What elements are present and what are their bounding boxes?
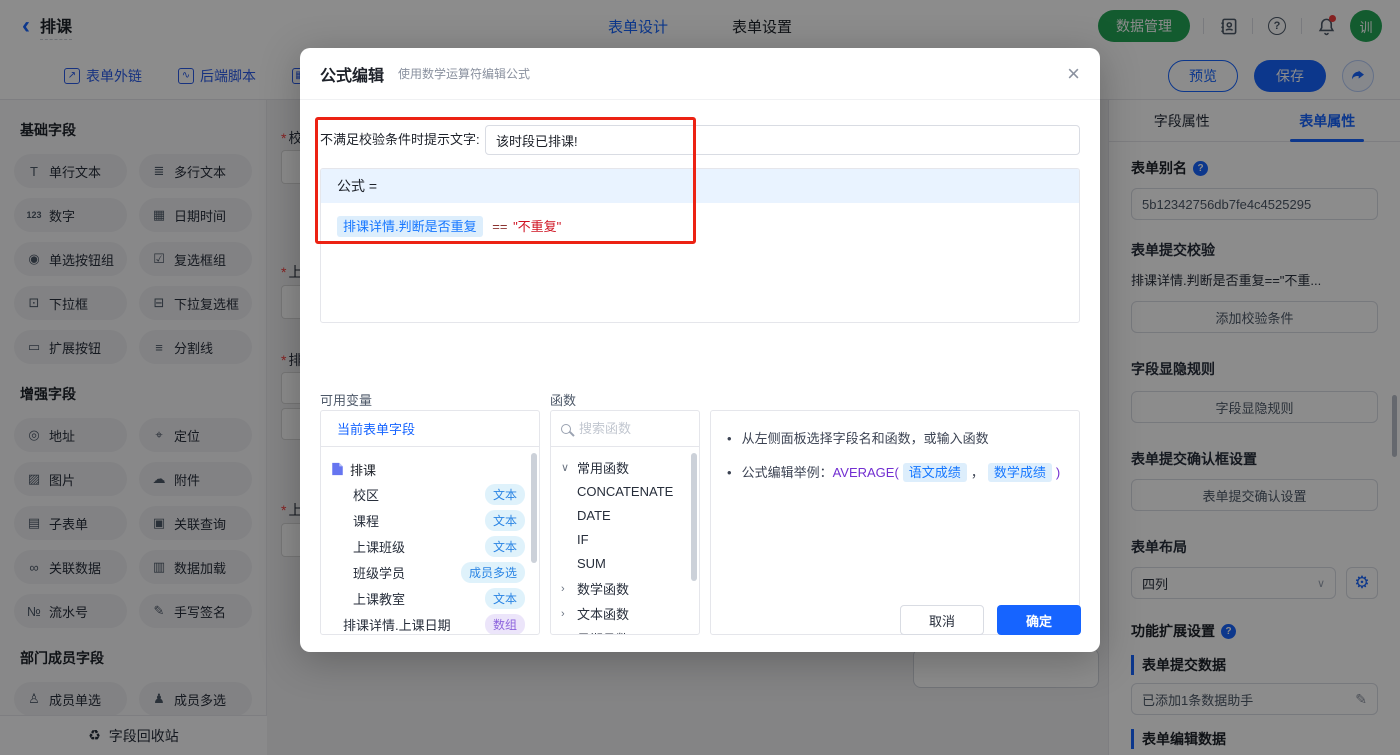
search-icon bbox=[561, 423, 571, 434]
modal-subtitle: 使用数学运算符编辑公式 bbox=[398, 67, 531, 81]
variable-row[interactable]: 上课教室 文本 bbox=[331, 585, 529, 611]
type-badge: 文本 bbox=[484, 535, 525, 557]
function-group-text[interactable]: › 文本函数 bbox=[561, 601, 699, 626]
function-item[interactable]: CONCATENATE bbox=[561, 480, 699, 504]
variables-root-node[interactable]: 排课 bbox=[331, 457, 529, 481]
functions-panel: ∨ 常用函数 CONCATENATE DATE IF SUM › 数学函数 › … bbox=[550, 410, 700, 635]
document-icon bbox=[332, 462, 343, 476]
formula-help-panel: • 从左侧面板选择字段名和函数，或输入函数 • 公式编辑举例：AVERAGE(语… bbox=[710, 410, 1080, 635]
variable-row[interactable]: 校区 文本 bbox=[331, 481, 529, 507]
function-item[interactable]: DATE bbox=[561, 504, 699, 528]
confirm-button[interactable]: 确定 bbox=[997, 605, 1081, 635]
variables-panel: 当前表单字段 排课 校区 文本 课程 文本 上课班级 文本 班级学员 成员多选 … bbox=[320, 410, 540, 635]
formula-string-value: "不重复" bbox=[513, 219, 562, 234]
formula-field-token[interactable]: 排课详情.判断是否重复 bbox=[337, 216, 483, 237]
function-group-common[interactable]: ∨ 常用函数 bbox=[561, 455, 699, 480]
functions-label: 函数 bbox=[550, 393, 577, 408]
formula-expression[interactable]: 排课详情.判断是否重复 == "不重复" bbox=[321, 203, 1079, 248]
formula-edit-modal: 公式编辑 使用数学运算符编辑公式 × 不满足校验条件时提示文字: 公式 = 排课… bbox=[300, 48, 1100, 652]
bullet-icon: • bbox=[727, 465, 732, 480]
formula-editor[interactable]: 公式 = 排课详情.判断是否重复 == "不重复" bbox=[320, 168, 1080, 323]
type-badge: 成员多选 bbox=[460, 561, 525, 583]
modal-header: 公式编辑 使用数学运算符编辑公式 × bbox=[300, 48, 1100, 100]
variables-label: 可用变量 bbox=[320, 393, 373, 408]
variables-tab-current-form[interactable]: 当前表单字段 bbox=[321, 411, 539, 447]
example-token: 语文成绩 bbox=[902, 463, 967, 482]
help-tip-2: • 公式编辑举例：AVERAGE(语文成绩，数学成绩) bbox=[727, 463, 1063, 483]
function-group-date[interactable]: › 日期函数 bbox=[561, 626, 699, 635]
function-search-input[interactable] bbox=[579, 421, 689, 436]
formula-prefix: 公式 = bbox=[321, 169, 1079, 203]
validation-tip-label: 不满足校验条件时提示文字: bbox=[320, 132, 480, 147]
variable-row[interactable]: 上课班级 文本 bbox=[331, 533, 529, 559]
function-item[interactable]: SUM bbox=[561, 552, 699, 576]
type-badge: 文本 bbox=[484, 509, 525, 531]
cancel-button[interactable]: 取消 bbox=[900, 605, 984, 635]
variable-row[interactable]: 班级学员 成员多选 bbox=[331, 559, 529, 585]
modal-title: 公式编辑 bbox=[320, 67, 385, 85]
example-token: 数学成绩 bbox=[987, 463, 1052, 482]
bullet-icon: • bbox=[727, 431, 732, 446]
scrollbar[interactable] bbox=[691, 453, 697, 581]
function-search bbox=[551, 411, 699, 447]
caret-right-icon: › bbox=[561, 633, 571, 635]
formula-operator: == bbox=[492, 219, 508, 234]
close-icon[interactable]: × bbox=[1067, 62, 1080, 85]
function-group-math[interactable]: › 数学函数 bbox=[561, 576, 699, 601]
caret-down-icon: ∨ bbox=[561, 462, 570, 474]
variables-tree: 排课 校区 文本 课程 文本 上课班级 文本 班级学员 成员多选 上课教室 文本… bbox=[321, 447, 539, 634]
variable-row[interactable]: 课程 文本 bbox=[331, 507, 529, 533]
modal-body: 不满足校验条件时提示文字: 公式 = 排课详情.判断是否重复 == "不重复" … bbox=[300, 100, 1100, 652]
variable-row[interactable]: 排课详情.上课日期 数组 bbox=[331, 611, 529, 634]
type-badge: 文本 bbox=[484, 483, 525, 505]
caret-right-icon: › bbox=[561, 607, 565, 620]
caret-right-icon: › bbox=[561, 582, 565, 595]
type-badge: 数组 bbox=[484, 613, 525, 634]
help-tip-1: • 从左侧面板选择字段名和函数，或输入函数 bbox=[727, 429, 1063, 449]
type-badge: 文本 bbox=[484, 587, 525, 609]
scrollbar[interactable] bbox=[531, 453, 537, 563]
function-item[interactable]: IF bbox=[561, 528, 699, 552]
validation-tip-input[interactable] bbox=[485, 125, 1080, 155]
functions-tree: ∨ 常用函数 CONCATENATE DATE IF SUM › 数学函数 › … bbox=[551, 447, 699, 635]
